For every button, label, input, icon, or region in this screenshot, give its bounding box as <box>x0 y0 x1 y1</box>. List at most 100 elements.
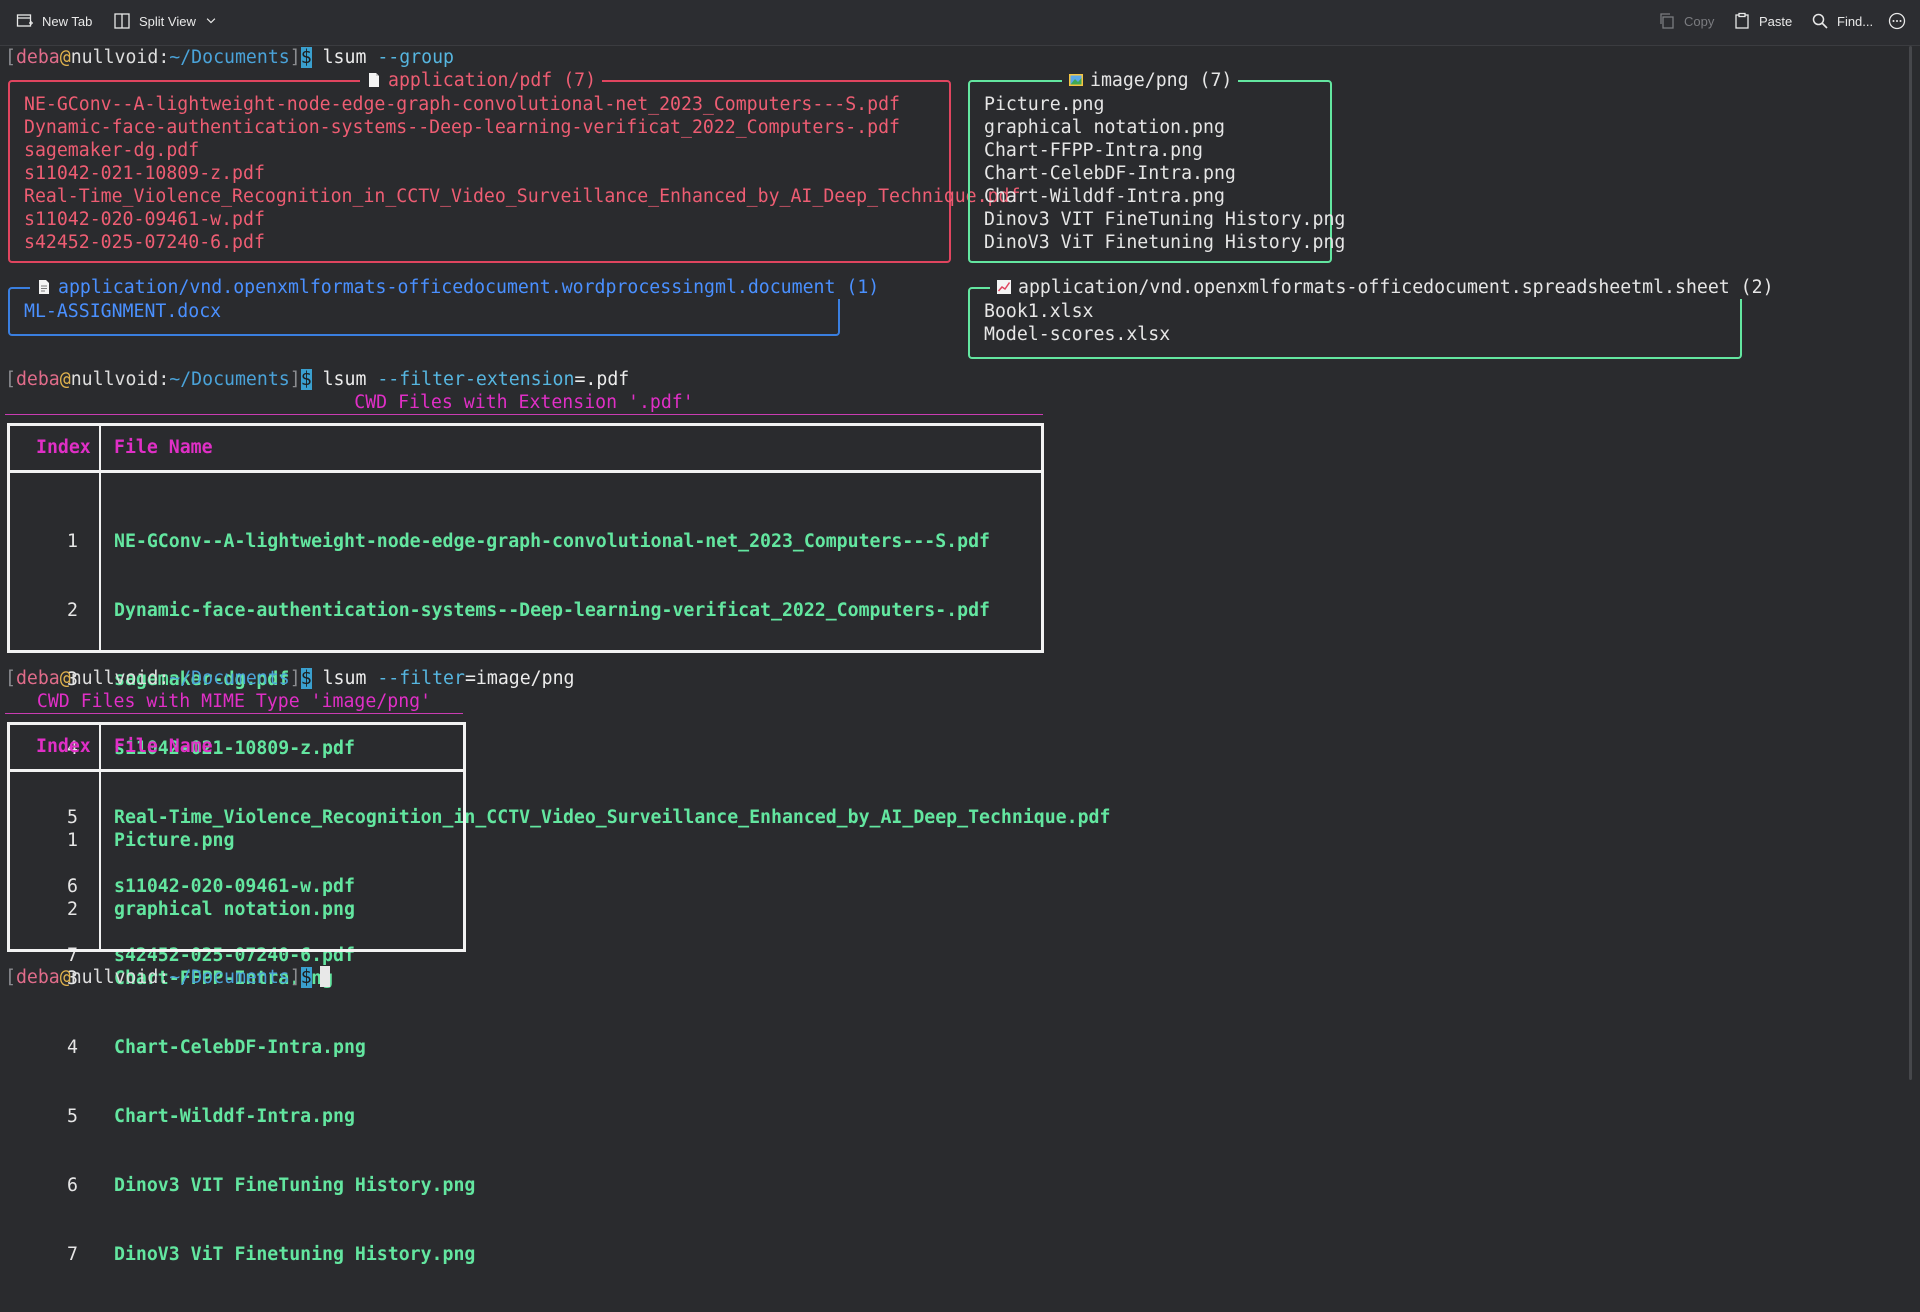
group-box-xlsx: application/vnd.openxmlformats-officedoc… <box>968 276 1780 359</box>
list-item: Dynamic-face-authentication-systems--Dee… <box>24 117 900 138</box>
command-name: lsum <box>322 668 367 689</box>
table-row: 1 Picture.png <box>10 829 463 852</box>
command-flag: --filter <box>377 668 465 689</box>
list-item: s11042-021-10809-z.pdf <box>24 163 265 184</box>
pdf-table: Index File Name 1 NE-GConv--A-lightweight… <box>7 423 1110 966</box>
prompt-at: @ <box>59 47 71 68</box>
prompt-line: [deba@nullvoid:~/Documents]$ lsum --grou… <box>5 46 454 69</box>
find-label: Find... <box>1837 13 1874 29</box>
command-flag: --filter-extension <box>377 369 575 390</box>
prompt-line: [deba@nullvoid:~/Documents]$ lsum --filt… <box>5 667 574 690</box>
pdf-table-title: CWD Files with Extension '.pdf' <box>5 391 1043 415</box>
scrollbar-track[interactable] <box>1909 46 1912 1080</box>
row-index: 1 <box>67 531 78 552</box>
paste-label: Paste <box>1759 13 1793 29</box>
row-file-name: Dinov3 VIT FineTuning History.png <box>114 1175 476 1196</box>
png-table-title: CWD Files with MIME Type 'image/png' <box>5 690 463 714</box>
prompt-at: @ <box>59 369 71 390</box>
prompt-bracket-close: ] <box>289 967 301 988</box>
prompt-bracket-open: [ <box>5 47 16 68</box>
list-item: graphical notation.png <box>984 117 1225 138</box>
image-icon <box>1069 74 1083 86</box>
new-tab-icon <box>16 14 33 27</box>
group-box-png: image/png (7) Picture.png graphical notat… <box>968 69 1345 263</box>
prompt-colon: : <box>158 47 170 68</box>
new-tab-label: New Tab <box>42 13 93 29</box>
terminal-cursor[interactable] <box>319 966 330 987</box>
prompt-user: deba <box>15 369 60 390</box>
search-icon <box>1812 13 1828 29</box>
prompt-path: ~/Documents <box>169 369 290 390</box>
prompt-at: @ <box>59 967 71 988</box>
row-index: 5 <box>67 1106 78 1127</box>
prompt-path: ~/Documents <box>169 47 290 68</box>
row-file-name: DinoV3 ViT Finetuning History.png <box>114 1244 476 1265</box>
prompt-dollar: $ <box>300 47 312 68</box>
prompt-dollar: $ <box>300 369 312 390</box>
group-box-pdf: application/pdf (7) NE-GConv--A-lightwei… <box>8 69 1020 263</box>
new-tab-button[interactable]: New Tab <box>16 12 92 30</box>
list-item: s42452-025-07240-6.pdf <box>24 232 265 253</box>
prompt-host: nullvoid <box>70 967 159 988</box>
prompt-path: ~/Documents <box>169 668 290 689</box>
prompt-bracket-close: ] <box>289 369 301 390</box>
copy-label: Copy <box>1684 13 1715 29</box>
prompt-bracket-close: ] <box>289 47 301 68</box>
table-row: 7 DinoV3 ViT Finetuning History.png <box>10 1243 475 1266</box>
paste-button[interactable]: Paste <box>1733 12 1792 30</box>
prompt-dollar: $ <box>300 668 312 689</box>
list-item: Picture.png <box>984 94 1105 115</box>
document-icon <box>369 73 379 87</box>
group-box-docx: application/vnd.openxmlformats-officedoc… <box>8 276 886 336</box>
prompt-host: nullvoid <box>70 47 159 68</box>
row-index: 2 <box>67 899 78 920</box>
table-row: 6 Dinov3 VIT FineTuning History.png <box>10 1174 475 1197</box>
row-file-name: Dynamic-face-authentication-systems--Dee… <box>114 600 990 621</box>
split-view-button[interactable]: Split View <box>113 12 218 30</box>
prompt-host: nullvoid <box>70 369 159 390</box>
row-file-name: NE-GConv--A-lightweight-node-edge-graph-… <box>114 531 990 552</box>
header-index: Index <box>36 736 91 757</box>
terminal-area[interactable]: [deba@nullvoid:~/Documents]$ lsum --grou… <box>0 46 1900 1265</box>
prompt-dollar: $ <box>300 967 312 988</box>
list-item: Dinov3 VIT FineTuning History.png <box>984 209 1346 230</box>
prompt-path: ~/Documents <box>169 967 290 988</box>
split-view-label: Split View <box>139 13 196 29</box>
find-button[interactable]: Find... <box>1811 12 1873 30</box>
command-arg: =.pdf <box>574 369 630 390</box>
prompt-bracket-close: ] <box>289 668 301 689</box>
prompt-at: @ <box>59 668 71 689</box>
png-table: Index File Name 1 Picture.png 2 graphical … <box>7 722 475 1265</box>
group-title-docx: application/vnd.openxmlformats-officedoc… <box>30 276 886 299</box>
chevron-down-icon[interactable] <box>204 14 218 28</box>
prompt-user: deba <box>15 967 60 988</box>
row-index: 4 <box>67 1037 78 1058</box>
prompt-line: [deba@nullvoid:~/Documents]$ lsum --filt… <box>5 368 629 391</box>
prompt-host: nullvoid <box>70 668 159 689</box>
copy-button[interactable]: Copy <box>1658 12 1714 30</box>
table-row: 4 Chart-CelebDF-Intra.png <box>10 1036 463 1059</box>
command-name: lsum <box>322 369 367 390</box>
table-row: 1 NE-GConv--A-lightweight-node-edge-graph… <box>10 530 1041 553</box>
list-item: Real-Time_Violence_Recognition_in_CCTV_V… <box>24 186 1021 207</box>
command-flag: --group <box>377 47 455 68</box>
prompt-colon: : <box>158 668 170 689</box>
more-options-icon <box>1888 12 1906 30</box>
terminal-scrollbar[interactable] <box>1902 46 1920 1080</box>
row-file-name: Chart-Wilddf-Intra.png <box>114 1106 355 1127</box>
list-item: Book1.xlsx <box>984 301 1094 322</box>
prompt-bracket-open: [ <box>5 369 16 390</box>
group-items-xlsx: Book1.xlsx Model-scores.xlsx <box>984 300 1170 346</box>
table-row: 2 graphical notation.png <box>10 898 463 921</box>
row-file-name: Picture.png <box>114 830 235 851</box>
prompt-bracket-open: [ <box>5 967 16 988</box>
group-items-docx: ML-ASSIGNMENT.docx <box>24 300 221 323</box>
row-index: 6 <box>67 1175 78 1196</box>
command-name: lsum <box>322 47 367 68</box>
more-menu-button[interactable] <box>1888 12 1906 30</box>
group-items-png: Picture.png graphical notation.png Chart-F… <box>984 93 1345 254</box>
table-row: 5 Chart-Wilddf-Intra.png <box>10 1105 463 1128</box>
prompt-user: deba <box>15 668 60 689</box>
table-row: 2 Dynamic-face-authentication-systems--De… <box>10 599 1041 622</box>
word-document-icon <box>39 280 49 294</box>
